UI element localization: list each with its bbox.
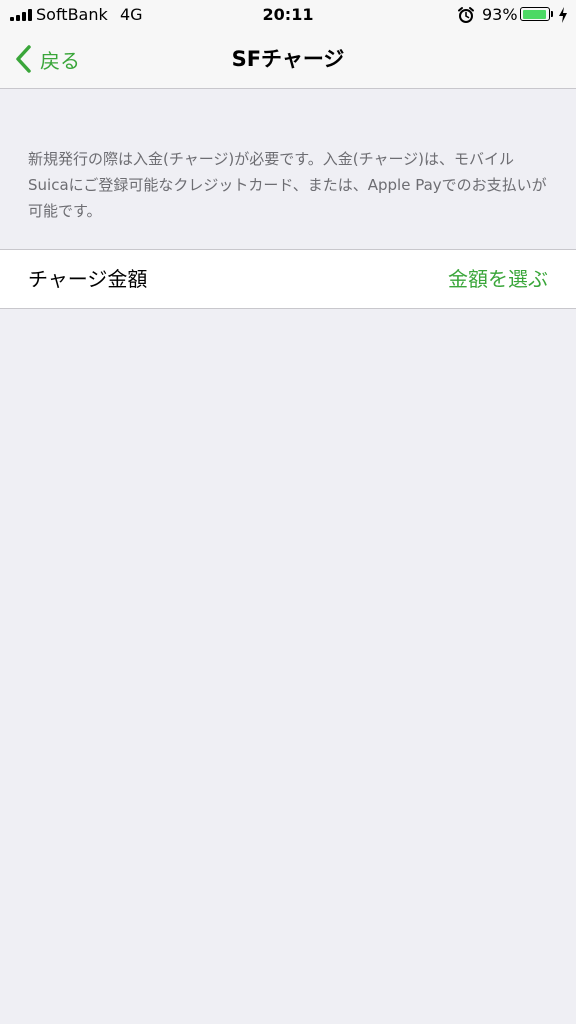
status-bar: SoftBank 4G 20:11 93%: [0, 0, 576, 30]
charge-description: 新規発行の際は入金(チャージ)が必要です。入金(チャージ)は、モバイルSuica…: [28, 150, 547, 220]
battery-icon: [520, 7, 550, 21]
select-amount-button[interactable]: 金額を選ぶ: [448, 250, 548, 308]
bolt-icon: [559, 7, 567, 23]
navigation-bar: 戻る SFチャージ: [0, 30, 576, 89]
battery-percent: 93%: [482, 5, 518, 24]
page-title: SFチャージ: [231, 47, 345, 71]
battery-tip: [551, 11, 553, 17]
battery-level-fill: [522, 9, 546, 19]
charge-amount-row[interactable]: チャージ金額 金額を選ぶ: [0, 249, 576, 309]
charge-amount-label: チャージ金額: [28, 267, 148, 291]
alarm-icon: [458, 7, 474, 23]
